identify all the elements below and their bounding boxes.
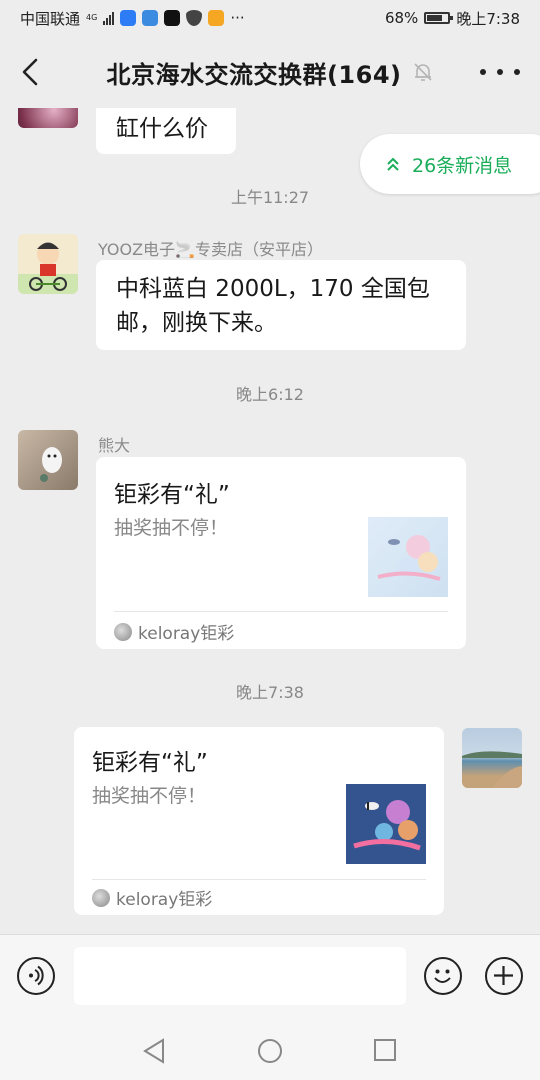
- tiktok-icon: [164, 10, 181, 26]
- sender-name: 熊大: [98, 436, 131, 455]
- avatar[interactable]: [18, 234, 78, 294]
- link-card[interactable]: 钜彩有“礼” 抽奖抽不停！ keloray钜彩: [74, 727, 444, 915]
- message-list[interactable]: 缸什么价 26条新消息 上午11:27 YOOZ电子🚬专卖店（安平店） 中科蓝白…: [0, 108, 540, 934]
- card-title: 钜彩有“礼”: [114, 482, 230, 508]
- double-chevron-up-icon: [387, 157, 399, 171]
- link-card[interactable]: 钜彩有“礼” 抽奖抽不停！ keloray钜彩: [96, 457, 466, 649]
- source-name: keloray钜彩: [138, 624, 235, 644]
- emoji-button[interactable]: [424, 957, 462, 995]
- card-divider: [92, 879, 426, 880]
- source-logo-icon: [114, 622, 132, 641]
- timestamp: 上午11:27: [230, 188, 310, 207]
- card-source: keloray钜彩: [92, 885, 212, 910]
- dot-icon: [497, 69, 503, 75]
- card-description: 抽奖抽不停！: [114, 517, 229, 539]
- sender-name: YOOZ电子🚬专卖店（安平店）: [98, 240, 323, 259]
- group-name: 北京海水交流交换群(164): [106, 60, 402, 89]
- nav-home-icon[interactable]: [257, 1038, 283, 1064]
- coral-fish-image: [346, 784, 426, 864]
- nav-back-icon[interactable]: [142, 1038, 166, 1064]
- card-description: 抽奖抽不停！: [92, 785, 207, 807]
- signal-icon: [103, 11, 115, 25]
- card-thumbnail: [346, 784, 426, 864]
- source-logo-icon: [92, 888, 110, 907]
- page-title: 北京海水交流交换群(164): [0, 55, 540, 90]
- bear-photo-avatar: [40, 447, 62, 482]
- message-bubble[interactable]: 中科蓝白 2000L，170 全国包邮，刚换下来。: [96, 260, 466, 350]
- more-notifications-icon: ···: [230, 9, 245, 27]
- orange-app-icon: [208, 10, 225, 26]
- message-text: 缸什么价: [116, 116, 208, 142]
- plus-icon: [494, 966, 513, 985]
- input-bar: [0, 934, 540, 1020]
- beach-photo-avatar: [462, 751, 522, 788]
- chat-header: 北京海水交流交换群(164): [0, 36, 540, 108]
- source-name: keloray钜彩: [116, 890, 213, 910]
- more-options-button[interactable]: [480, 58, 520, 86]
- smiley-icon: [434, 969, 451, 983]
- network-type: 4G: [86, 13, 98, 22]
- message-input[interactable]: [74, 947, 406, 1005]
- card-thumbnail: [368, 517, 448, 597]
- mute-bell-icon: [413, 63, 432, 81]
- carrier-label: 中国联通: [20, 9, 81, 28]
- clock: 晚上7:38: [456, 9, 520, 28]
- avatar[interactable]: [18, 108, 78, 128]
- shield-app-icon: [120, 10, 137, 26]
- battery-icon: [424, 12, 454, 24]
- message-text: 中科蓝白 2000L，170 全国包邮，刚换下来。: [116, 276, 430, 336]
- card-title: 钜彩有“礼”: [92, 750, 208, 776]
- timestamp: 晚上7:38: [236, 683, 304, 702]
- dot-icon: [480, 69, 486, 75]
- card-divider: [114, 611, 448, 612]
- battery-percent: 68%: [384, 9, 419, 27]
- my-avatar[interactable]: [462, 728, 522, 788]
- cartoon-avatar-image: [18, 234, 78, 294]
- nav-recents-icon[interactable]: [373, 1038, 397, 1062]
- coral-fish-image: [377, 535, 441, 581]
- cloud-app-icon: [142, 10, 159, 26]
- dot-icon: [514, 69, 520, 75]
- status-bar: 中国联通 4G ··· 68% 晚上7:38: [0, 0, 540, 36]
- security-app-icon: [186, 10, 203, 26]
- voice-icon: [29, 965, 44, 986]
- voice-input-button[interactable]: [17, 957, 55, 995]
- timestamp: 晚上6:12: [236, 385, 304, 404]
- avatar[interactable]: [18, 430, 78, 490]
- more-functions-button[interactable]: [485, 957, 523, 995]
- message-bubble[interactable]: 缸什么价: [96, 108, 236, 154]
- system-nav-bar: [0, 1020, 540, 1080]
- card-source: keloray钜彩: [114, 619, 234, 644]
- new-messages-label: 26条新消息: [412, 154, 513, 177]
